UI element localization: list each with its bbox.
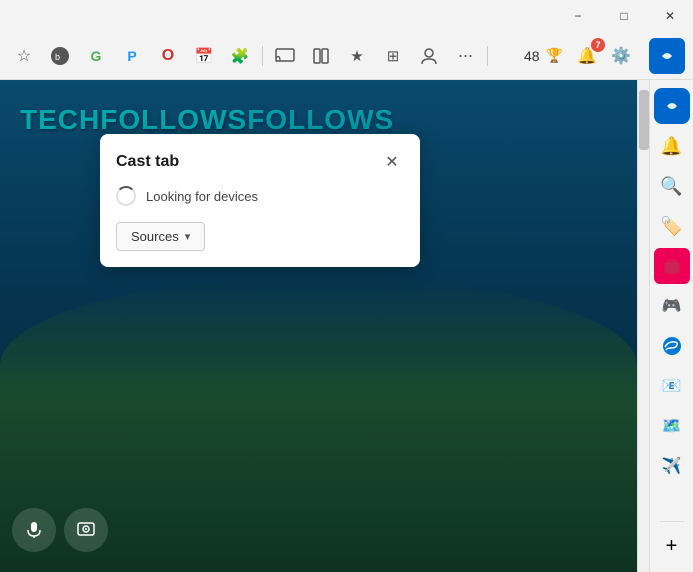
camera-search-button[interactable] xyxy=(64,508,108,552)
score-area: 48 🏆 xyxy=(518,47,569,64)
character-sidebar-icon[interactable]: 🎮 xyxy=(654,288,690,324)
notification-badge: 7 xyxy=(591,38,605,52)
browser-area: TECHFOLLOWSFOLLOWS Cast tab ✕ Looking fo… xyxy=(0,80,693,572)
close-button[interactable]: ✕ xyxy=(647,0,693,32)
logo-tech: TECHFOLLOWS xyxy=(20,104,247,135)
minimize-button[interactable]: − xyxy=(555,0,601,32)
briefcase-sidebar-icon[interactable] xyxy=(654,248,690,284)
telegram-sidebar-icon[interactable]: ✈️ xyxy=(654,448,690,484)
tag-sidebar-icon[interactable]: 🏷️ xyxy=(654,208,690,244)
scrollbar[interactable] xyxy=(637,80,649,572)
browser-toolbar: ☆ b G P O 📅 🧩 ★ ⊞ ··· 48 🏆 🔔 7 ⚙️ xyxy=(0,32,693,80)
outlook-sidebar-icon[interactable]: 📧 xyxy=(654,368,690,404)
sources-button[interactable]: Sources ▾ xyxy=(116,222,205,251)
microphone-button[interactable] xyxy=(12,508,56,552)
cast-status-area: Looking for devices xyxy=(116,186,404,206)
profile-icon[interactable] xyxy=(413,40,445,72)
title-bar-controls: − □ ✕ xyxy=(555,0,693,32)
sources-label: Sources xyxy=(131,229,179,244)
svg-text:b: b xyxy=(55,52,60,62)
settings-icon[interactable]: ⚙️ xyxy=(605,40,637,72)
edge-logo-sidebar-icon[interactable] xyxy=(654,328,690,364)
site-logo: TECHFOLLOWSFOLLOWS xyxy=(20,104,394,136)
bell-sidebar-icon[interactable]: 🔔 xyxy=(654,128,690,164)
maximize-button[interactable]: □ xyxy=(601,0,647,32)
copilot-icon[interactable] xyxy=(649,38,685,74)
page-content: TECHFOLLOWSFOLLOWS Cast tab ✕ Looking fo… xyxy=(0,80,637,572)
chevron-down-icon: ▾ xyxy=(185,230,191,243)
score-value: 48 xyxy=(524,48,540,64)
overlay-controls xyxy=(12,508,108,552)
favorites-icon[interactable]: ★ xyxy=(341,40,373,72)
cast-popup: Cast tab ✕ Looking for devices Sources ▾ xyxy=(100,134,420,267)
add-sidebar-button[interactable]: + xyxy=(654,528,690,564)
bing-icon[interactable]: b xyxy=(44,40,76,72)
bookmark-icon[interactable]: ☆ xyxy=(8,40,40,72)
extension1-icon[interactable]: G xyxy=(80,40,112,72)
toolbar-divider-2 xyxy=(487,46,488,66)
extension2-icon[interactable]: P xyxy=(116,40,148,72)
copilot-sidebar-icon[interactable] xyxy=(654,88,690,124)
collections-icon[interactable]: ⊞ xyxy=(377,40,409,72)
opera-icon[interactable]: O xyxy=(152,40,184,72)
cast-status-text: Looking for devices xyxy=(146,189,258,204)
cast-popup-title: Cast tab xyxy=(116,153,179,171)
title-bar: − □ ✕ xyxy=(0,0,693,32)
sidebar-divider xyxy=(660,521,684,522)
extension3-icon[interactable]: 📅 xyxy=(188,40,220,72)
nav-area: 48 🏆 🔔 7 ⚙️ xyxy=(518,40,641,72)
notification-icon[interactable]: 🔔 7 xyxy=(571,40,603,72)
reader-mode-icon[interactable] xyxy=(305,40,337,72)
extensions-puzzle-icon[interactable]: 🧩 xyxy=(224,40,256,72)
toolbar-divider xyxy=(262,46,263,66)
trophy-icon: 🏆 xyxy=(546,47,563,64)
more-options-icon[interactable]: ··· xyxy=(449,40,481,72)
cast-popup-header: Cast tab ✕ xyxy=(116,150,404,174)
logo-follows: FOLLOWS xyxy=(247,104,394,135)
scrollbar-thumb[interactable] xyxy=(639,90,649,150)
right-sidebar: 🔔 🔍 🏷️ 🎮 📧 🗺️ ✈️ + xyxy=(649,80,693,572)
search-sidebar-icon[interactable]: 🔍 xyxy=(654,168,690,204)
cast-close-button[interactable]: ✕ xyxy=(380,150,404,174)
cast-icon[interactable] xyxy=(269,40,301,72)
cast-spinner xyxy=(116,186,136,206)
maps-sidebar-icon[interactable]: 🗺️ xyxy=(654,408,690,444)
